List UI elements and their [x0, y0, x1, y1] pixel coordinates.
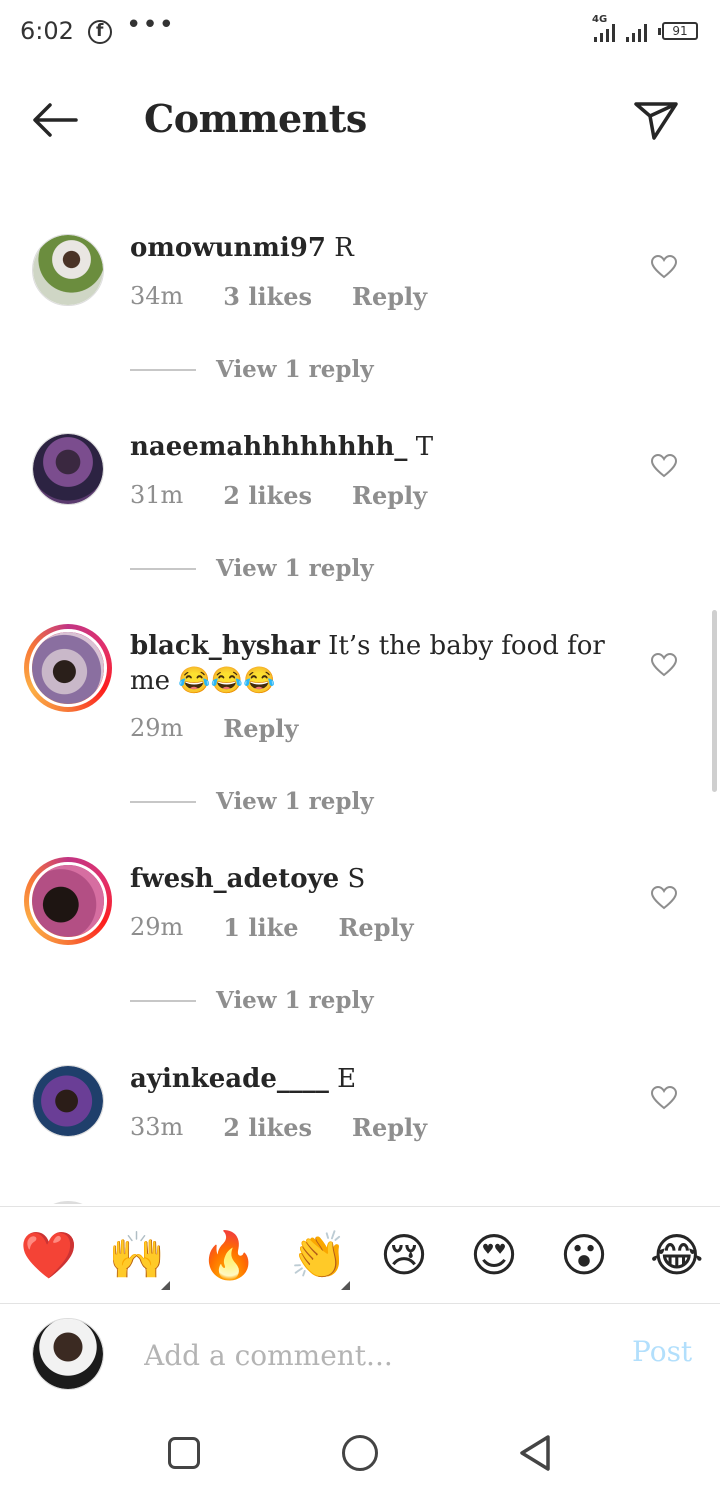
view-replies-label: View 1 reply [216, 788, 374, 815]
network-type: 4G [592, 14, 608, 25]
comment-meta: 31m 2 likes Reply [130, 481, 467, 510]
fire-emoji-button[interactable]: 🔥 [200, 1229, 257, 1281]
page-title: Comments [144, 96, 367, 141]
comment-meta: 33m 2 likes Reply [130, 1113, 467, 1142]
comment-text: S [347, 864, 366, 894]
heart-icon[interactable] [651, 886, 677, 910]
comment-likes[interactable]: 1 like [223, 913, 298, 942]
heart-icon[interactable] [651, 653, 677, 677]
skin-tone-indicator-icon [161, 1281, 170, 1290]
view-replies-label: View 1 reply [216, 555, 374, 582]
comment-username[interactable]: ayinkeade____ [130, 1064, 329, 1094]
post-button[interactable]: Post [632, 1335, 692, 1368]
comment-time: 29m [130, 714, 184, 742]
recent-apps-icon[interactable] [168, 1437, 200, 1469]
view-replies-label: View 1 reply [216, 987, 374, 1014]
comment-time: 29m [130, 913, 184, 941]
comment-likes[interactable]: 2 likes [223, 1113, 312, 1142]
avatar[interactable] [32, 1201, 104, 1204]
view-replies-button[interactable]: View 1 reply [130, 788, 374, 815]
reply-button[interactable]: Reply [352, 1113, 427, 1142]
status-bar: 6:02 ••• 4G 91 [0, 0, 720, 64]
view-replies-button[interactable]: View 1 reply [130, 555, 374, 582]
comment-content: omowunmi97 R [130, 231, 620, 266]
back-arrow-icon[interactable] [30, 100, 80, 140]
comment-username[interactable]: omowunmi97 [130, 233, 326, 263]
comments-list[interactable]: omowunmi97 R 34m 3 likes Reply View 1 re… [0, 200, 720, 1204]
comment-text: R [334, 233, 354, 263]
view-replies-button[interactable]: View 1 reply [130, 987, 374, 1014]
crying-face-emoji-button[interactable]: 😢 [380, 1229, 428, 1281]
home-icon[interactable] [342, 1435, 378, 1471]
view-replies-label: View 1 reply [216, 356, 374, 383]
header: Comments [0, 72, 720, 172]
send-icon[interactable] [632, 98, 680, 142]
comment-time: 33m [130, 1113, 184, 1141]
avatar[interactable] [32, 1065, 104, 1137]
scrollbar[interactable] [712, 610, 717, 792]
heart-emoji-button[interactable]: ❤️ [20, 1229, 77, 1281]
avatar-story-ring[interactable] [24, 624, 112, 712]
comment-meta: 29m Reply [130, 714, 338, 743]
heart-icon[interactable] [651, 255, 677, 279]
emoji-quick-reactions: ❤️ 🙌 🔥 👏 😢 😍 😮 😂 [0, 1206, 720, 1304]
tears-of-joy-emoji-button[interactable]: 😂 [650, 1229, 704, 1281]
reply-button[interactable]: Reply [338, 913, 413, 942]
system-nav-bar [0, 1405, 720, 1500]
surprised-face-emoji-button[interactable]: 😮 [560, 1229, 608, 1281]
status-time: 6:02 [20, 17, 74, 45]
comment-time: 31m [130, 481, 184, 509]
reply-button[interactable]: Reply [352, 282, 427, 311]
comment-input[interactable] [144, 1333, 584, 1377]
comment-username[interactable]: black_hyshar [130, 631, 320, 661]
comment-composer: Post [0, 1305, 720, 1405]
facebook-icon [88, 20, 112, 44]
heart-icon[interactable] [651, 1086, 677, 1110]
comment-meta: 34m 3 likes Reply [130, 282, 467, 311]
nav-back-icon[interactable] [518, 1433, 554, 1473]
more-dots-icon: ••• [126, 10, 176, 40]
clapping-hands-emoji-button[interactable]: 👏 [290, 1229, 347, 1281]
reply-button[interactable]: Reply [352, 481, 427, 510]
comment-likes[interactable]: 3 likes [223, 282, 312, 311]
comment-text: E [337, 1064, 357, 1094]
avatar-story-ring[interactable] [24, 857, 112, 945]
heart-icon[interactable] [651, 454, 677, 478]
comment-time: 34m [130, 282, 184, 310]
comment-meta: 29m 1 like Reply [130, 913, 454, 942]
comment-content: black_hyshar It’s the baby food for me 😂… [130, 629, 620, 699]
comment-likes[interactable]: 2 likes [223, 481, 312, 510]
view-replies-button[interactable]: View 1 reply [130, 356, 374, 383]
comment-username[interactable]: fwesh_adetoye [130, 864, 339, 894]
skin-tone-indicator-icon [341, 1281, 350, 1290]
avatar[interactable] [32, 234, 104, 306]
avatar[interactable] [32, 433, 104, 505]
comment-text: T [415, 432, 434, 462]
raising-hands-emoji-button[interactable]: 🙌 [108, 1229, 165, 1281]
reply-button[interactable]: Reply [223, 714, 298, 743]
user-avatar [32, 1318, 104, 1390]
comment-username[interactable]: naeemahhhhhhhh_ [130, 432, 407, 462]
battery-icon: 91 [658, 22, 698, 40]
comment-content: fwesh_adetoye S [130, 862, 620, 897]
comment-content: naeemahhhhhhhh_ T [130, 430, 620, 465]
heart-eyes-emoji-button[interactable]: 😍 [470, 1229, 518, 1281]
comment-content: ayinkeade____ E [130, 1062, 620, 1097]
